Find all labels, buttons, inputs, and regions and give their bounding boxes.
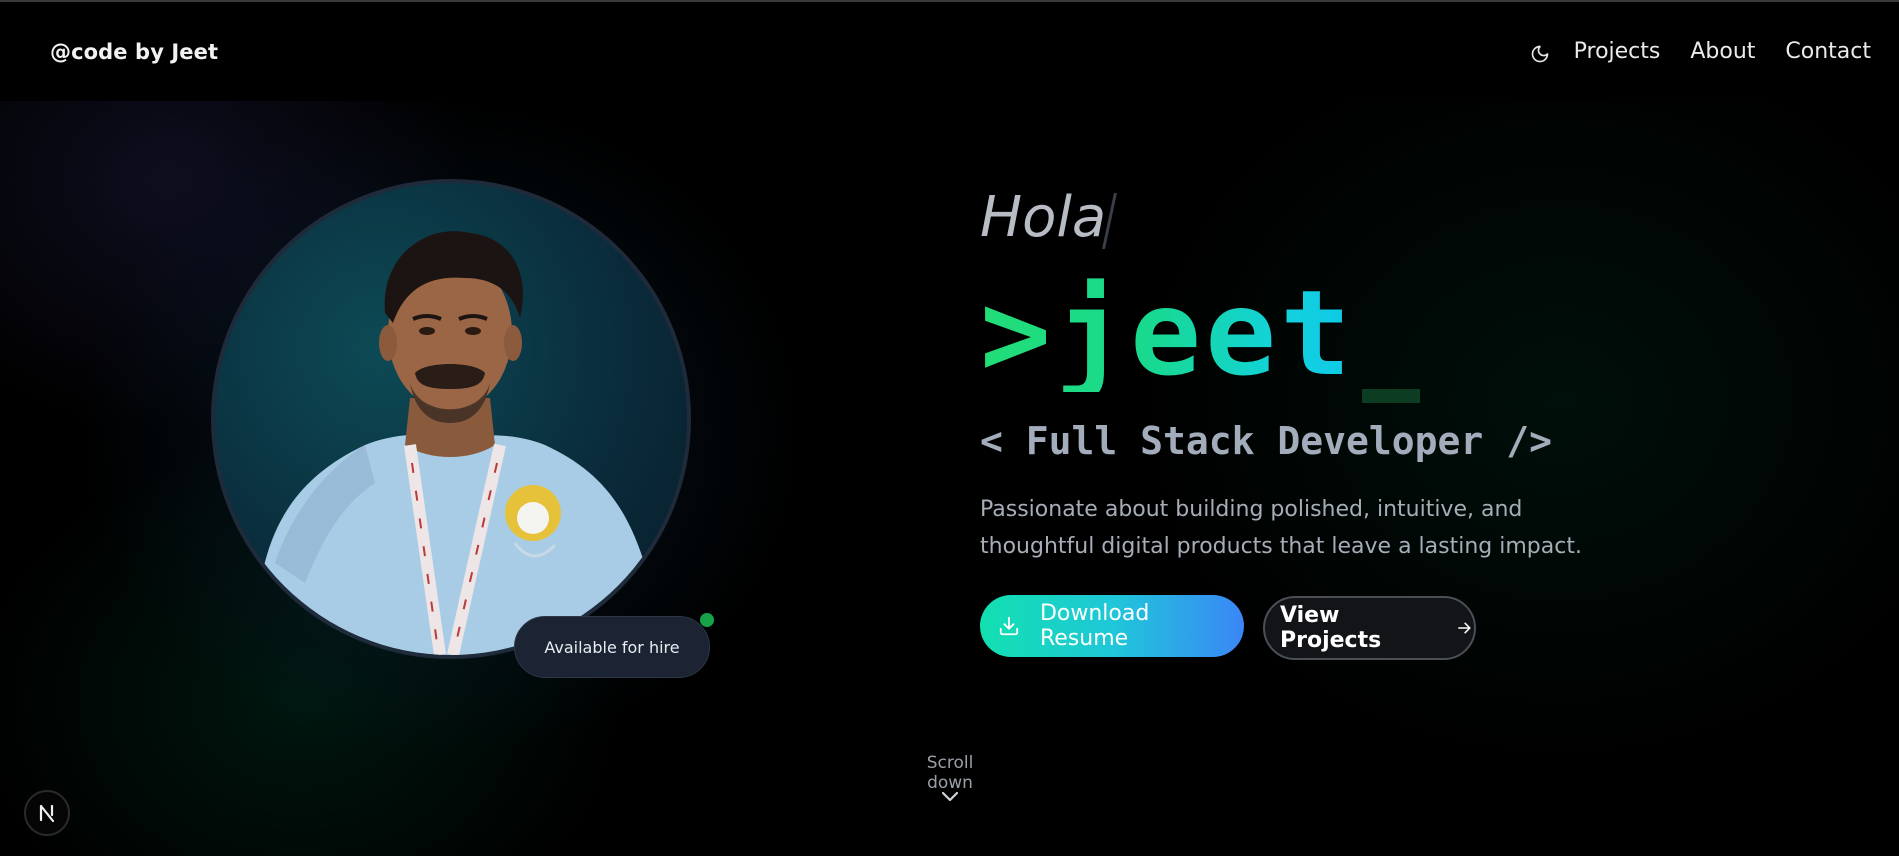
n-logo-icon	[39, 804, 55, 823]
availability-badge: Available for hire	[514, 616, 710, 678]
role-title: < Full Stack Developer />	[980, 419, 1552, 463]
status-dot	[700, 613, 714, 627]
nav-link-about[interactable]: About	[1690, 39, 1755, 64]
download-icon	[999, 616, 1019, 636]
hero-section: Available for hire Hola >jeet < Full Sta…	[0, 101, 1899, 856]
nextjs-badge[interactable]	[24, 790, 70, 836]
brand-logo[interactable]: @code by Jeet	[50, 40, 218, 64]
terminal-cursor	[1362, 389, 1420, 403]
profile-avatar	[211, 179, 691, 659]
theme-toggle-button[interactable]	[1526, 40, 1554, 68]
greeting-text: Hola	[980, 185, 1107, 250]
download-resume-button[interactable]: Download Resume	[980, 595, 1244, 657]
main-nav: Projects About Contact	[1574, 39, 1871, 64]
profile-photo	[255, 231, 655, 655]
hero-description: Passionate about building polished, intu…	[980, 497, 1582, 559]
site-header: @code by Jeet Projects About Contact	[0, 2, 1899, 101]
arrow-right-icon	[1458, 622, 1471, 634]
moon-icon	[1531, 45, 1549, 63]
view-projects-button[interactable]: View Projects	[1263, 596, 1476, 660]
nav-link-contact[interactable]: Contact	[1785, 39, 1871, 64]
download-resume-label: Download Resume	[1039, 601, 1150, 651]
nav-link-projects[interactable]: Projects	[1574, 39, 1661, 64]
view-projects-label: View Projects	[1280, 603, 1382, 653]
hero-name: >jeet	[980, 264, 1356, 402]
chevron-down-icon[interactable]	[938, 787, 962, 807]
